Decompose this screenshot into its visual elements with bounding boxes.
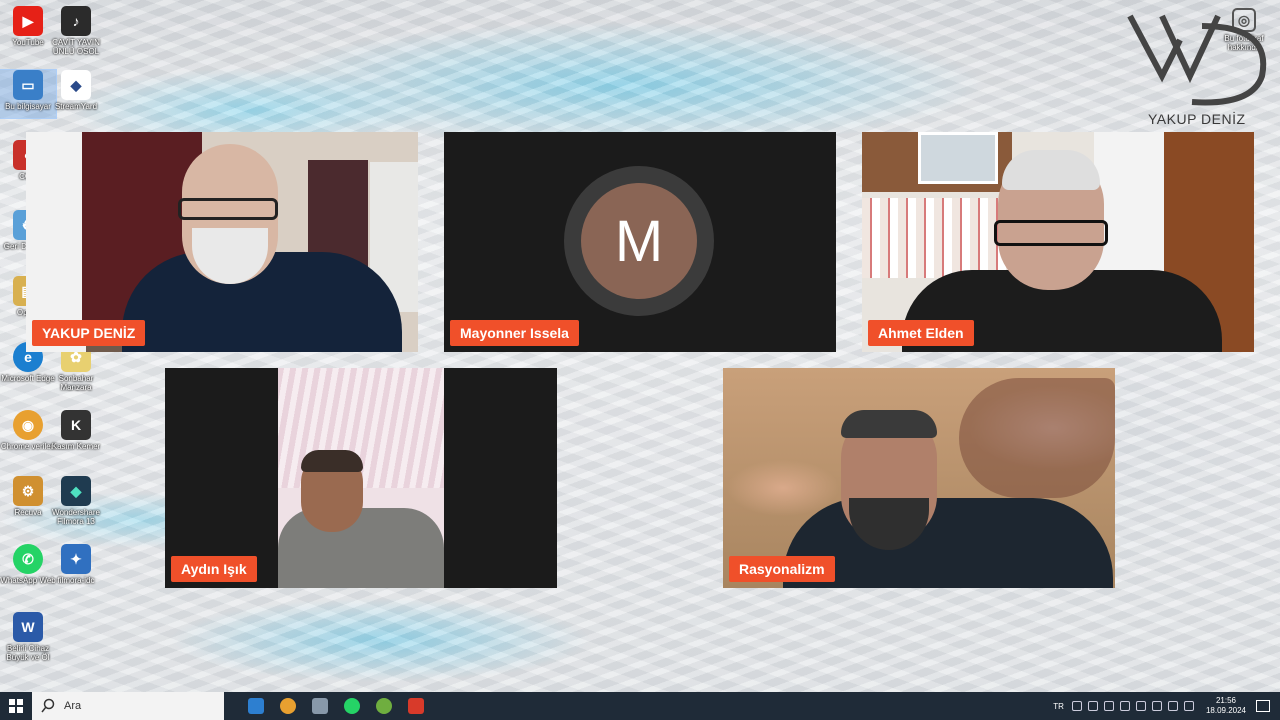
mail-icon <box>248 698 264 714</box>
video-tile-rasyonalizm[interactable]: Rasyonalizm <box>723 368 1115 588</box>
vivaldi-icon <box>408 698 424 714</box>
painting-cloak <box>959 378 1115 498</box>
windows-icon <box>9 699 23 713</box>
k-app-icon: K <box>61 410 91 440</box>
cabinet-glass <box>918 132 998 184</box>
taskbar-app-mail[interactable] <box>240 692 272 720</box>
desktop-icon-streamyard[interactable]: ◆ StreamYard <box>48 70 104 111</box>
video-tile-ahmet-elden[interactable]: Ahmet Elden <box>862 132 1254 352</box>
person-sweater <box>278 508 444 588</box>
chrome-icon <box>280 698 296 714</box>
clock-date: 18.09.2024 <box>1205 706 1246 715</box>
krita-icon <box>376 698 392 714</box>
name-tag: Aydın Işık <box>171 556 257 582</box>
video-tile-yakup-deniz[interactable]: YAKUP DENİZ <box>26 132 418 352</box>
taskbar-search[interactable]: Ara <box>32 692 224 720</box>
display-icon[interactable] <box>1103 701 1114 711</box>
desktop-icon-music-folder[interactable]: ♪ CAVİT YAVIN ÜNLÜ OSOL <box>48 6 104 56</box>
desktop-icon-filmora-idc[interactable]: ✦ filmora-idc <box>48 544 104 585</box>
computer-icon: ▭ <box>13 70 43 100</box>
whatsapp-icon <box>344 698 360 714</box>
desktop-icon-word-doc[interactable]: W Belirli Cihaz Büyük ve Öl <box>0 612 56 662</box>
volume-icon[interactable] <box>1183 701 1194 711</box>
recuva-icon: ⚙ <box>13 476 43 506</box>
music-file-icon: ♪ <box>61 6 91 36</box>
taskbar-app-camera[interactable] <box>304 692 336 720</box>
person-hair <box>841 410 937 438</box>
clock-time: 21:56 <box>1215 696 1236 705</box>
language-indicator[interactable]: TR <box>1053 702 1064 711</box>
chrome-icon: ◉ <box>13 410 43 440</box>
video-tile-mayonner-issela[interactable]: M Mayonner Issela <box>444 132 836 352</box>
system-tray: TR 21:56 18.09.2024 <box>1053 692 1280 720</box>
network-icon[interactable] <box>1087 701 1098 711</box>
name-tag: Rasyonalizm <box>729 556 835 582</box>
filmora-icon: ◆ <box>61 476 91 506</box>
video-tile-aydin-isik[interactable]: Aydın Işık <box>165 368 557 588</box>
desktop-icon-filmora[interactable]: ◆ Wondershare Filmora 13 <box>48 476 104 526</box>
onedrive-icon[interactable] <box>1135 701 1146 711</box>
name-tag: YAKUP DENİZ <box>32 320 146 346</box>
name-tag: Ahmet Elden <box>868 320 974 346</box>
bluetooth-icon[interactable] <box>1071 701 1082 711</box>
camera-icon <box>312 698 328 714</box>
avatar: M <box>564 166 714 316</box>
battery-icon[interactable] <box>1151 701 1162 711</box>
name-tag: Mayonner Issela <box>450 320 579 346</box>
glasses <box>994 220 1108 246</box>
youtube-icon: ▶ <box>13 6 43 36</box>
start-button[interactable] <box>0 692 32 720</box>
taskbar-app-vivaldi[interactable] <box>400 692 432 720</box>
taskbar-app-chrome[interactable] <box>272 692 304 720</box>
search-placeholder: Ara <box>64 700 82 712</box>
person-hair <box>301 450 363 472</box>
person-hair <box>1002 150 1100 190</box>
taskbar: Ara TR 21:56 18.09.2024 <box>0 692 1280 720</box>
desktop-icon-k-app[interactable]: K Kasım Kemer <box>48 410 104 451</box>
wall <box>26 132 86 352</box>
taskbar-app-whatsapp[interactable] <box>336 692 368 720</box>
word-document-icon: W <box>13 612 43 642</box>
search-icon <box>41 698 55 713</box>
clock[interactable]: 21:56 18.09.2024 <box>1206 696 1246 716</box>
installer-icon: ✦ <box>61 544 91 574</box>
streamyard-icon: ◆ <box>61 70 91 100</box>
tile-backsplash <box>862 198 1012 278</box>
glasses <box>178 198 278 220</box>
whatsapp-icon: ✆ <box>13 544 43 574</box>
notification-icon[interactable] <box>1256 700 1270 712</box>
wifi-icon[interactable] <box>1167 701 1178 711</box>
brand-name: YAKUP DENİZ <box>1148 111 1246 127</box>
security-icon[interactable] <box>1119 701 1130 711</box>
taskbar-app-krita[interactable] <box>368 692 400 720</box>
